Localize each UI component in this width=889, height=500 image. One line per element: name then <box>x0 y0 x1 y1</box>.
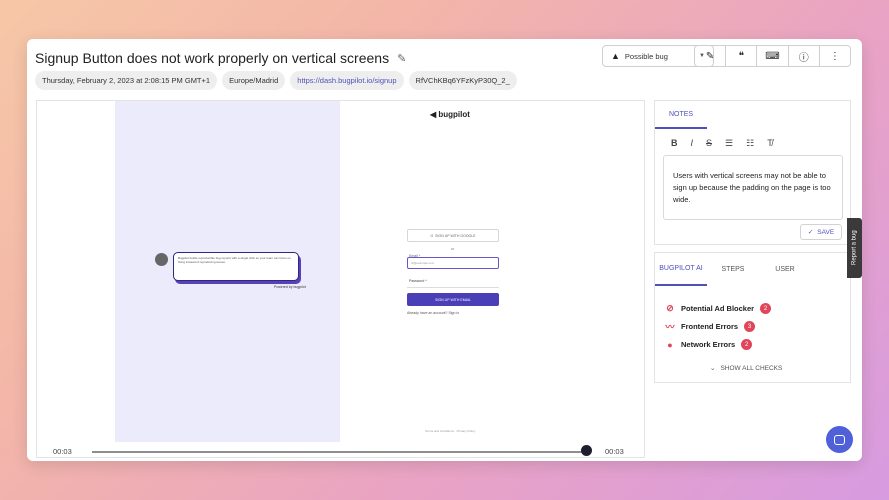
speech-tag: Powered by bugpilot <box>274 285 306 289</box>
seek-handle[interactable] <box>581 445 592 456</box>
warning-icon: ▲ <box>611 51 620 61</box>
checks-tabs: BUGPILOT AI STEPS USER <box>655 253 811 286</box>
session-replay-player[interactable]: Bugpilot builds reproducible bug reports… <box>36 100 645 458</box>
blocked-icon: ⊘ <box>666 303 674 313</box>
footer-links: Terms and Conditions · Privacy Policy <box>425 429 476 433</box>
check-frontend-errors[interactable]: 〰 Frontend Errors 3 <box>665 321 756 332</box>
numbered-list-icon[interactable]: ☷ <box>746 138 754 149</box>
notes-textarea[interactable]: Users with vertical screens may not be a… <box>663 155 843 220</box>
annotate-button[interactable]: ✎ <box>695 46 725 66</box>
alert-circle-icon: ● <box>667 339 673 350</box>
pen-icon: ✎ <box>705 50 715 62</box>
tab-user[interactable]: USER <box>759 253 811 286</box>
quote-button[interactable]: ❝ <box>725 46 756 66</box>
count-badge: 2 <box>741 339 753 350</box>
logo-text: bugpilot <box>438 110 470 119</box>
bug-type-label: Possible bug <box>624 51 668 61</box>
italic-icon[interactable]: I <box>691 138 694 149</box>
bullet-list-icon[interactable]: ☰ <box>725 138 733 149</box>
current-time: 00:03 <box>53 447 72 456</box>
tab-steps[interactable]: STEPS <box>707 253 759 286</box>
toolbar: ✎ ❝ ⌨ ⓘ ⋮ <box>694 45 851 67</box>
save-button[interactable]: ✓ SAVE <box>800 224 842 240</box>
title-text: Signup Button does not work properly on … <box>35 50 390 66</box>
password-field[interactable]: Password * <box>407 276 499 288</box>
check-label: Potential Ad Blocker <box>681 304 755 313</box>
report-bug-tab[interactable]: Report a bug <box>847 218 862 278</box>
keyboard-button[interactable]: ⌨ <box>756 46 787 66</box>
google-label: SIGN UP WITH GOOGLE <box>435 233 476 238</box>
check-ad-blocker[interactable]: ⊘ Potential Ad Blocker 2 <box>665 303 772 314</box>
clear-format-icon[interactable]: T̸ <box>767 138 773 149</box>
info-icon: ⓘ <box>798 52 809 64</box>
check-label: Frontend Errors <box>681 322 739 331</box>
tab-bugpilot-ai[interactable]: BUGPILOT AI <box>655 253 707 286</box>
signin-link[interactable]: Already have an account? Sign in <box>407 311 459 315</box>
check-icon: ✓ <box>807 229 814 236</box>
meta-chips: Thursday, February 2, 2023 at 2:08:15 PM… <box>35 71 517 90</box>
email-placeholder: hi@example.com <box>411 261 435 265</box>
strikethrough-icon[interactable]: S <box>706 138 712 149</box>
date-chip: Thursday, February 2, 2023 at 2:08:15 PM… <box>35 71 218 90</box>
tab-notes[interactable]: NOTES <box>655 101 707 129</box>
total-time: 00:03 <box>605 447 624 456</box>
check-network-errors[interactable]: ● Network Errors 2 <box>665 339 753 350</box>
check-label: Network Errors <box>681 340 736 349</box>
url-chip[interactable]: https://dash.bugpilot.io/signup <box>290 71 404 90</box>
checks-card: BUGPILOT AI STEPS USER ⊘ Potential Ad Bl… <box>654 252 851 383</box>
page-title: Signup Button does not work properly on … <box>35 50 406 66</box>
more-vertical-icon: ⋮ <box>829 50 840 62</box>
timezone-chip: Europe/Madrid <box>222 71 286 90</box>
speech-bubble: Bugpilot builds reproducible bug reports… <box>173 252 299 281</box>
bold-icon[interactable]: B <box>671 138 678 149</box>
email-signup-button[interactable]: SIGN UP WITH EMAIL <box>407 293 499 306</box>
or-divider: or <box>451 247 455 251</box>
bug-report-window: Signup Button does not work properly on … <box>27 39 862 461</box>
seek-bar[interactable] <box>92 451 587 453</box>
wave-icon: 〰 <box>665 322 675 332</box>
format-toolbar: B I S ☰ ☷ T̸ <box>671 138 773 149</box>
more-button[interactable]: ⋮ <box>818 46 850 66</box>
info-button[interactable]: ⓘ <box>787 46 819 66</box>
show-all-label: SHOW ALL CHECKS <box>720 364 783 372</box>
quote-icon: ❝ <box>738 50 744 62</box>
keyboard-icon: ⌨ <box>765 50 780 62</box>
google-icon: G <box>430 233 434 238</box>
bugpilot-logo: ◀ bugpilot <box>430 110 470 119</box>
session-id-chip[interactable]: RfVChKBq6YFzKyP30Q_2_ <box>408 71 517 90</box>
speech-text: Bugpilot builds reproducible bug reports… <box>178 256 291 264</box>
chat-icon <box>834 434 845 445</box>
count-badge: 2 <box>760 303 772 314</box>
password-label: Password * <box>409 279 427 283</box>
google-signup-button[interactable]: G SIGN UP WITH GOOGLE <box>407 229 499 242</box>
count-badge: 3 <box>744 321 756 332</box>
chat-button[interactable] <box>826 426 853 453</box>
show-all-checks-button[interactable]: ⌄ SHOW ALL CHECKS <box>710 364 783 373</box>
save-label: SAVE <box>817 228 835 236</box>
avatar <box>155 253 168 266</box>
email-field[interactable]: hi@example.com <box>407 257 499 269</box>
edit-title-icon[interactable]: ✎ <box>397 52 406 65</box>
chevron-down-icon: ⌄ <box>710 365 716 372</box>
notes-card: NOTES B I S ☰ ☷ T̸ Users with vertical s… <box>654 100 851 245</box>
